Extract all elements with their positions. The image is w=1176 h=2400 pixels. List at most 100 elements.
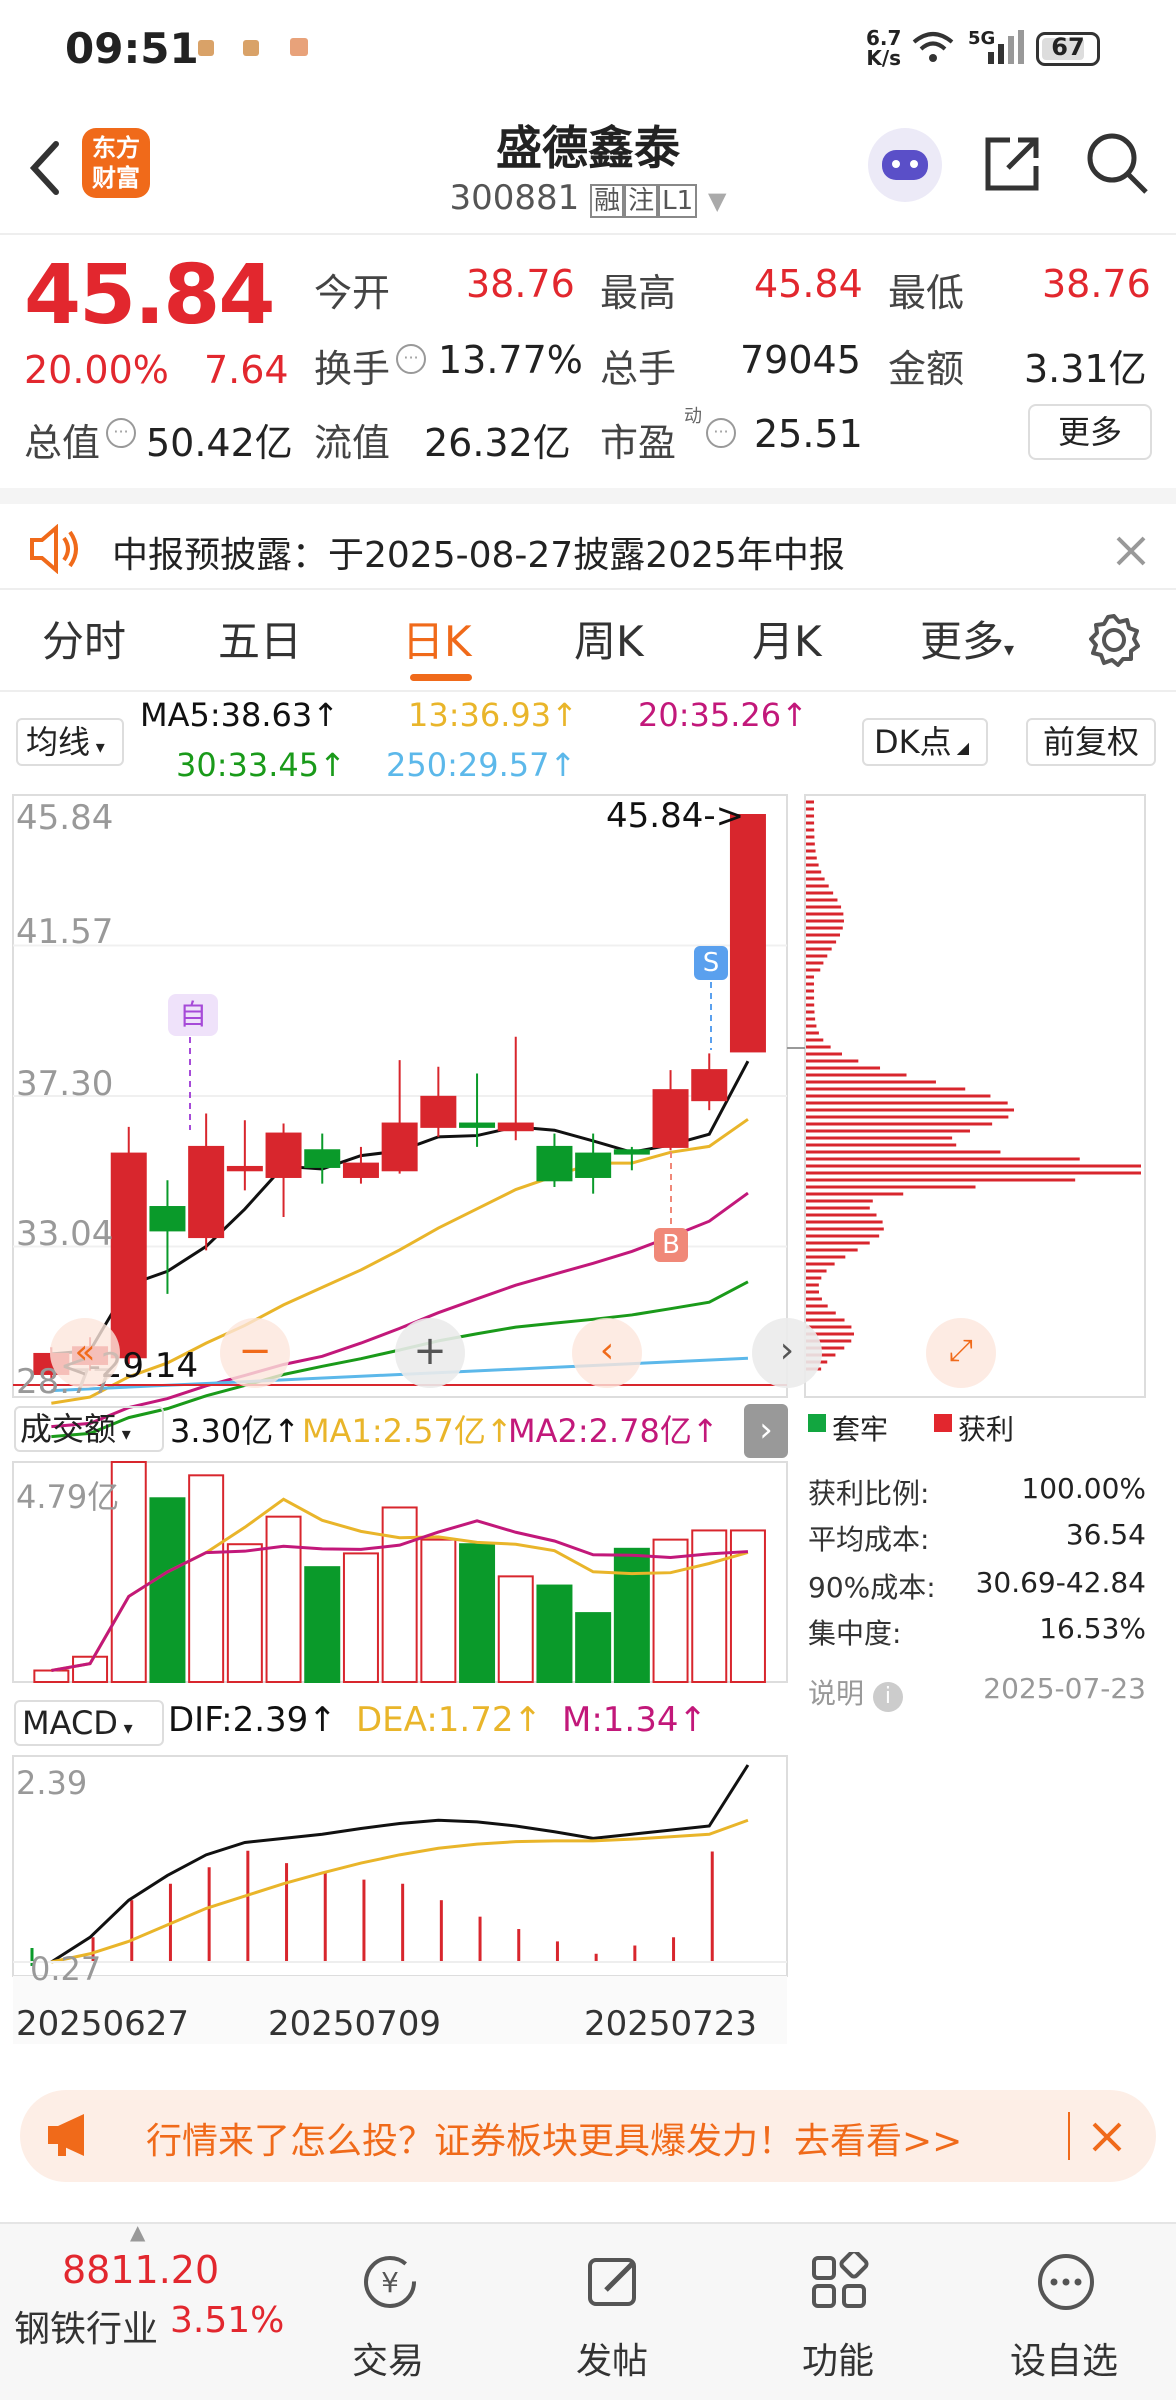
cost90-label: 90%成本:: [808, 1571, 936, 1604]
mcap-value: 50.42亿: [146, 421, 293, 465]
banner-text: 行情来了怎么投？证券板块更具爆发力！去看看>>: [146, 2121, 963, 2162]
tab-monthly-k[interactable]: 月K: [752, 608, 822, 669]
self-marker[interactable]: 自: [168, 994, 218, 1036]
current-price: 45.84: [24, 248, 275, 343]
macd-selector[interactable]: MACD ▾: [14, 1700, 164, 1746]
dk-button[interactable]: DK点 ◢: [862, 718, 988, 766]
notice-bar[interactable]: 中报预披露：于2025-08-27披露2025年中报: [0, 488, 1176, 588]
candle-body: [575, 1152, 612, 1178]
x-date: 20250709: [268, 2004, 442, 2044]
nav-add-watchlist[interactable]: 设自选: [994, 2222, 1134, 2400]
trade-icon: ¥: [364, 2256, 416, 2308]
avg-cost-label: 平均成本:: [808, 1523, 930, 1556]
close-icon[interactable]: [1114, 534, 1148, 568]
rewind-button[interactable]: «: [50, 1318, 120, 1388]
volume-bar: [72, 1655, 109, 1683]
cost90-value: 30.69-42.84: [975, 1566, 1146, 1599]
net-speed: 6.7 K/s: [866, 26, 902, 70]
float-label: 流值: [314, 421, 391, 465]
search-icon[interactable]: [1084, 130, 1150, 196]
notification-icon: [290, 38, 308, 56]
buy-marker[interactable]: B: [654, 1228, 688, 1262]
legend-trapped-swatch: [808, 1414, 826, 1432]
candle-body: [729, 814, 766, 1053]
chip-note[interactable]: 说明 i: [808, 1672, 903, 1712]
ma-selector[interactable]: 均线 ▾: [16, 718, 124, 766]
legend-trapped: 套牢: [832, 1413, 889, 1446]
tab-daily-k[interactable]: 日K: [402, 608, 472, 669]
x-date: 20250723: [584, 2004, 758, 2044]
macd-m: M:1.34↑: [562, 1700, 707, 1740]
zoom-out-button[interactable]: −: [220, 1318, 290, 1388]
more-button[interactable]: 更多: [1028, 404, 1152, 460]
prev-button[interactable]: ‹: [572, 1318, 642, 1388]
y-label: 37.30: [16, 1064, 114, 1104]
index-value[interactable]: 8811.20: [62, 2248, 219, 2292]
fullscreen-button[interactable]: ⤢: [926, 1318, 996, 1388]
status-time: 09:51: [65, 24, 199, 73]
stock-code: 300881: [449, 178, 580, 218]
candle-body: [459, 1122, 496, 1128]
candle-body: [536, 1145, 573, 1182]
next-button[interactable]: ›: [752, 1318, 822, 1388]
close-icon[interactable]: [1090, 2120, 1124, 2154]
tag-level: L1: [658, 184, 698, 218]
volume-bar: [497, 1575, 534, 1684]
svg-text:¥: ¥: [381, 2266, 399, 2299]
low-value: 38.76: [1042, 262, 1151, 306]
wifi-icon: [912, 32, 954, 62]
pe-sup: 动: [684, 406, 702, 427]
info-icon[interactable]: ···: [706, 418, 736, 448]
adjust-button[interactable]: 前复权: [1026, 718, 1156, 766]
profit-ratio-value: 100.00%: [1021, 1472, 1146, 1505]
candle-body: [381, 1122, 418, 1172]
candle-body: [149, 1206, 186, 1232]
zoom-in-button[interactable]: +: [395, 1318, 465, 1388]
expand-handle-icon[interactable]: ▲: [130, 2220, 145, 2244]
index-name[interactable]: 钢铁行业: [14, 2300, 158, 2352]
macd-y-top: 2.39: [16, 1764, 88, 1802]
volume-value: 3.30亿↑: [170, 1412, 301, 1450]
volume-y-label: 4.79亿: [16, 1478, 120, 1516]
legend-profit: 获利: [958, 1413, 1015, 1446]
gear-icon[interactable]: [1086, 612, 1142, 668]
y-label: 41.57: [16, 912, 114, 952]
banner-divider: [1068, 2112, 1070, 2160]
pe-label: 市盈: [600, 421, 677, 465]
open-value: 38.76: [466, 262, 575, 306]
more-dots-icon: [1038, 2254, 1094, 2310]
notice-text: 中报预披露：于2025-08-27披露2025年中报: [112, 535, 845, 576]
float-value: 26.32亿: [424, 421, 571, 465]
volume-bar: [342, 1552, 379, 1683]
assistant-avatar[interactable]: [868, 128, 942, 202]
tab-intraday[interactable]: 分时: [42, 608, 126, 669]
candle-body: [265, 1132, 302, 1178]
notification-icon: [198, 40, 214, 56]
promo-banner[interactable]: 行情来了怎么投？证券板块更具爆发力！去看看>>: [20, 2090, 1156, 2182]
index-change[interactable]: 3.51%: [170, 2300, 284, 2341]
tab-more[interactable]: 更多▾: [920, 608, 1014, 669]
macd-dea: DEA:1.72↑: [356, 1700, 542, 1740]
dea-line: [51, 1818, 749, 1964]
nav-functions[interactable]: 功能: [768, 2222, 908, 2400]
share-icon[interactable]: [982, 132, 1044, 194]
expand-panel-button[interactable]: ›: [744, 1404, 788, 1458]
tab-five-day[interactable]: 五日: [218, 608, 302, 669]
volume-selector[interactable]: 成交额 ▾: [14, 1406, 164, 1452]
notification-icon: [243, 40, 259, 56]
candle-body: [497, 1122, 534, 1132]
macd-y-bottom: 0.27: [30, 1950, 102, 1988]
sell-marker[interactable]: S: [694, 946, 728, 980]
info-icon[interactable]: ···: [396, 344, 426, 374]
nav-trade[interactable]: ¥ 交易: [318, 2222, 458, 2400]
concentration-label: 集中度:: [808, 1617, 902, 1650]
max-price-tag: 45.84->: [606, 796, 745, 836]
stock-header: 东方 财富 盛德鑫泰 300881 融注 L1 ▼: [0, 100, 1176, 235]
nav-post[interactable]: 发帖: [542, 2222, 682, 2400]
macd-dif: DIF:2.39↑: [168, 1700, 337, 1740]
macd-panel-border: [12, 1755, 788, 1977]
status-bar: 09:51 6.7 K/s 5G 67: [0, 0, 1176, 100]
tab-weekly-k[interactable]: 周K: [574, 608, 644, 669]
info-icon[interactable]: ···: [106, 418, 136, 448]
candle-body: [226, 1165, 263, 1172]
